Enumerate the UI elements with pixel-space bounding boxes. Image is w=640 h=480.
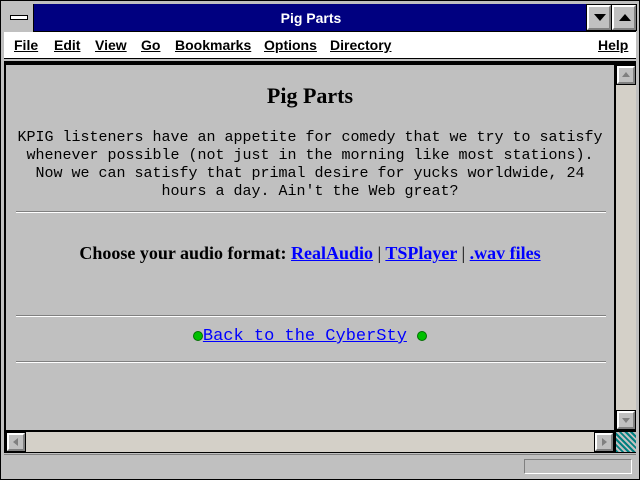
right-arrow-icon: [602, 438, 607, 446]
resize-grip[interactable]: [616, 432, 636, 452]
page-content: Pig Parts KPIG listeners have an appetit…: [6, 65, 614, 430]
vertical-scrollbar[interactable]: [616, 65, 636, 430]
menu-directory[interactable]: Directory: [330, 32, 391, 58]
menu-go-label: Go: [141, 37, 161, 53]
horizontal-scrollbar[interactable]: [6, 432, 614, 452]
tsplayer-link[interactable]: TSPlayer: [385, 243, 457, 263]
audio-format-line: Choose your audio format: RealAudio | TS…: [6, 243, 614, 264]
divider: [16, 361, 606, 363]
scroll-right-button[interactable]: [594, 432, 614, 452]
menu-bookmarks[interactable]: Bookmarks: [175, 32, 251, 58]
left-arrow-icon: [13, 438, 18, 446]
menu-options-label: Options: [264, 37, 317, 53]
menu-bar: File Edit View Go Bookmarks Options Dire…: [4, 32, 636, 59]
browser-window: Pig Parts File Edit View Go Bookmarks Op…: [0, 0, 640, 480]
green-bullet-icon: [417, 330, 428, 341]
up-arrow-icon: [622, 72, 630, 77]
menu-go[interactable]: Go: [141, 32, 160, 58]
back-nav: Back to the CyberSty: [6, 327, 614, 346]
window-title: Pig Parts: [280, 10, 342, 26]
minimize-button[interactable]: [586, 4, 612, 31]
menu-edit-label: Edit: [54, 37, 81, 53]
menu-directory-label: Directory: [330, 37, 392, 53]
vertical-scroll-track[interactable]: [616, 65, 636, 430]
down-arrow-icon: [594, 14, 606, 21]
menu-help-label: Help: [598, 37, 629, 53]
menu-file-label: File: [14, 37, 39, 53]
down-arrow-icon: [622, 418, 630, 423]
wav-files-link[interactable]: .wav files: [470, 243, 541, 263]
divider: [16, 211, 606, 213]
separator: |: [461, 243, 466, 263]
up-arrow-icon: [619, 14, 631, 21]
progress-indicator: [524, 459, 632, 474]
separator: |: [377, 243, 382, 263]
system-menu-button[interactable]: [4, 4, 34, 32]
menu-file[interactable]: File: [14, 32, 38, 58]
audio-format-label: Choose your audio format:: [79, 243, 287, 263]
scroll-left-button[interactable]: [6, 432, 26, 452]
realaudio-link[interactable]: RealAudio: [291, 243, 373, 263]
title-bar[interactable]: Pig Parts: [4, 4, 637, 32]
scroll-up-button[interactable]: [616, 65, 636, 85]
page-title: Pig Parts: [266, 83, 354, 108]
menu-edit[interactable]: Edit: [54, 32, 80, 58]
status-bar: [4, 454, 636, 478]
system-menu-icon: [10, 15, 28, 20]
menu-help[interactable]: Help: [598, 32, 628, 58]
menu-options[interactable]: Options: [264, 32, 317, 58]
scroll-down-button[interactable]: [616, 410, 636, 430]
green-bullet-icon: [192, 330, 203, 341]
maximize-button[interactable]: [611, 4, 637, 31]
menu-view-label: View: [95, 37, 127, 53]
menu-bookmarks-label: Bookmarks: [175, 37, 252, 53]
horizontal-scroll-track[interactable]: [6, 432, 614, 452]
divider: [16, 315, 606, 317]
back-to-cybersty-link[interactable]: Back to the CyberSty: [203, 327, 407, 346]
menu-view[interactable]: View: [95, 32, 127, 58]
intro-text: KPIG listeners have an appetite for come…: [17, 129, 603, 200]
